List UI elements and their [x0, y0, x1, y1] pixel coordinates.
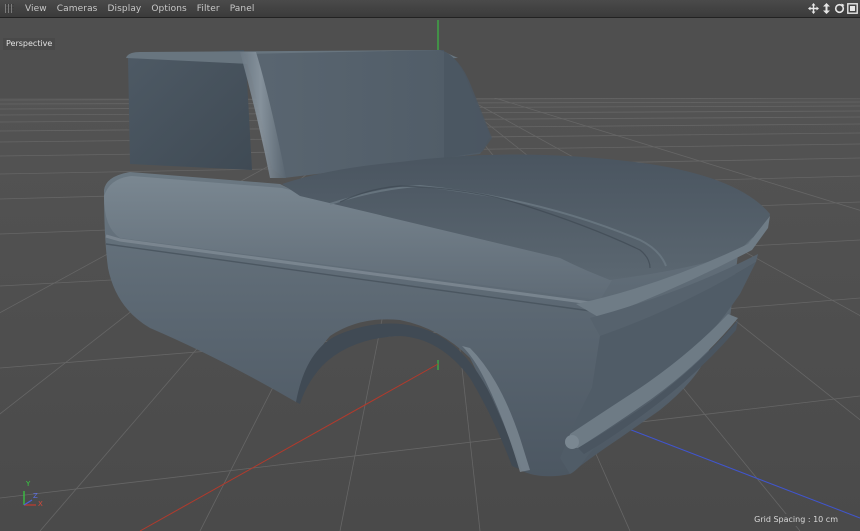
- viewport-nav-icons: [807, 2, 858, 15]
- viewport-canvas[interactable]: [0, 18, 860, 531]
- rotate-view-icon[interactable]: [833, 2, 845, 15]
- menubar-grip-icon[interactable]: [5, 4, 14, 13]
- menu-filter[interactable]: Filter: [192, 0, 225, 18]
- grid-spacing-readout: Grid Spacing : 10 cm: [749, 514, 843, 526]
- camera-label[interactable]: Perspective: [3, 38, 56, 50]
- toggle-panel-icon[interactable]: [846, 2, 858, 15]
- axis-gizmo: Y Z X: [12, 480, 52, 513]
- viewport-menubar: View Cameras Display Options Filter Pane…: [0, 0, 860, 18]
- axis-label-z: Z: [33, 492, 38, 500]
- menu-options[interactable]: Options: [146, 0, 191, 18]
- perspective-viewport[interactable]: Perspective Y Z X Grid Spacing : 10 cm: [0, 18, 860, 531]
- menu-cameras[interactable]: Cameras: [52, 0, 103, 18]
- menu-display[interactable]: Display: [102, 0, 146, 18]
- menu-panel[interactable]: Panel: [225, 0, 260, 18]
- move-view-icon[interactable]: [807, 2, 819, 15]
- menu-view[interactable]: View: [20, 0, 52, 18]
- axis-label-y: Y: [26, 480, 31, 488]
- axis-label-x: X: [38, 500, 43, 508]
- dolly-icon[interactable]: [820, 2, 832, 15]
